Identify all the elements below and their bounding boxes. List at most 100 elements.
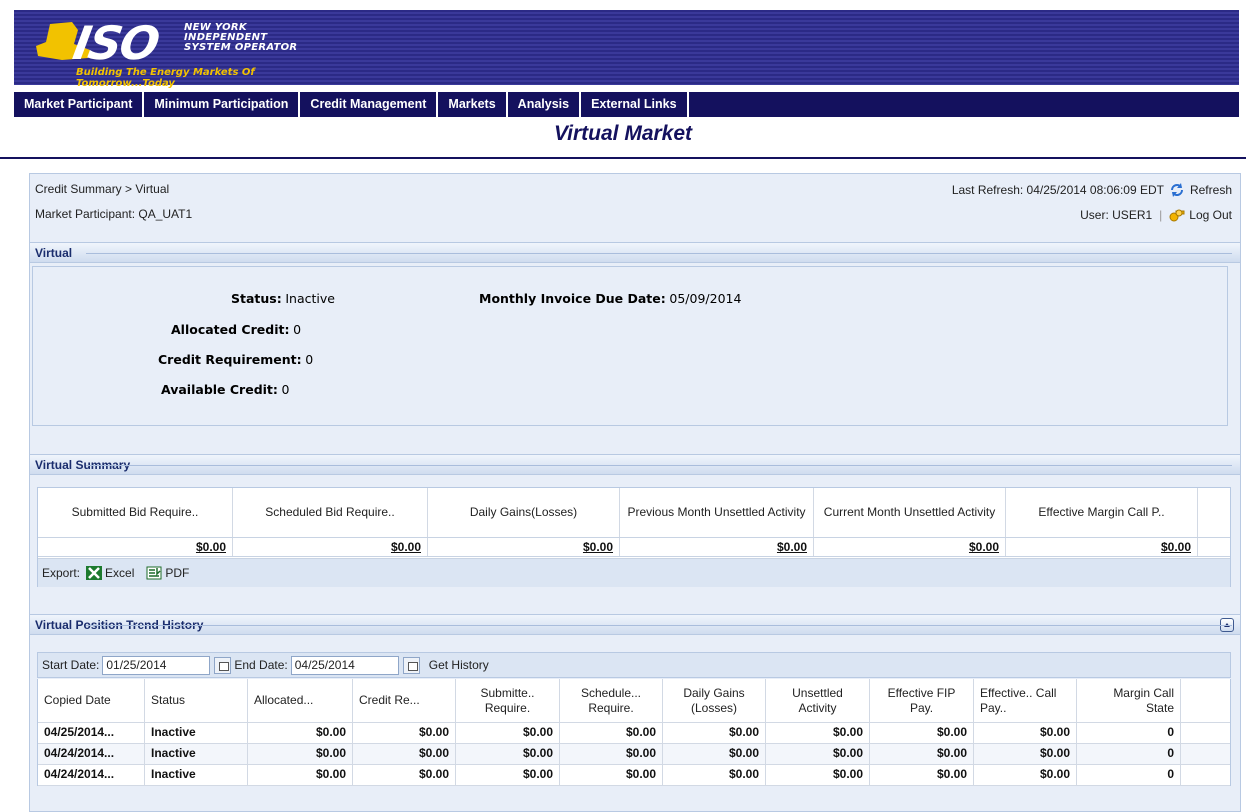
summary-curr-month-link[interactable]: $0.00 [814,538,1006,556]
hist-spacer-cell [1181,723,1230,743]
history-toolbar: Start Date: 01/25/2014 End Date: 04/25/2… [37,652,1231,678]
hist-col-scheduled[interactable]: Schedule... Require. [560,679,663,722]
main-nav: Market Participant Minimum Participation… [14,92,1239,117]
invoice-due-value: 05/09/2014 [669,291,742,306]
hist-cell: $0.00 [766,744,870,764]
nav-markets[interactable]: Markets [438,92,508,117]
logo-tagline: Building The Energy Markets Of Tomorrow.… [76,67,255,89]
hist-col-unsettled[interactable]: Unsettled Activity [766,679,870,722]
hist-cell: $0.00 [248,765,353,785]
hist-col-spacer [1181,679,1230,722]
hist-col-daily-gains[interactable]: Daily Gains (Losses) [663,679,766,722]
history-header-row: Copied Date Status Allocated... Credit R… [38,679,1230,723]
summary-col-daily[interactable]: Daily Gains(Losses) [428,488,620,537]
hist-cell: $0.00 [353,723,456,743]
hist-col-effective-call[interactable]: Effective.. Call Pay.. [974,679,1077,722]
nav-analysis[interactable]: Analysis [508,92,582,117]
hist-cell: $0.00 [560,765,663,785]
available-label: Available Credit: [161,382,278,397]
summary-col-prev-month[interactable]: Previous Month Unsettled Activity [620,488,814,537]
summary-daily-link[interactable]: $0.00 [428,538,620,556]
hist-cell: 0 [1077,723,1181,743]
summary-section-header: Virtual Summary [30,454,1240,475]
virtual-section-header: Virtual [30,242,1240,263]
status-value: Inactive [285,291,335,306]
refresh-icon[interactable] [1169,182,1185,198]
market-participant-label: Market Participant: QA_UAT1 [35,207,193,221]
user-label: User: USER1 [1080,208,1153,222]
nav-market-participant[interactable]: Market Participant [14,92,145,117]
summary-effective-link[interactable]: $0.00 [1006,538,1198,556]
end-calendar-icon[interactable] [402,656,420,674]
hist-cell: 0 [1077,744,1181,764]
available-field: Available Credit: 0 [161,382,289,397]
nav-minimum-participation[interactable]: Minimum Participation [144,92,301,117]
hist-cell: 0 [1077,765,1181,785]
export-excel-button[interactable]: Excel [86,566,134,580]
refresh-link[interactable]: Refresh [1190,183,1232,197]
hist-cell: $0.00 [766,765,870,785]
hist-cell: $0.00 [248,723,353,743]
summary-col-scheduled[interactable]: Scheduled Bid Require.. [233,488,428,537]
hist-col-allocated[interactable]: Allocated... [248,679,353,722]
allocated-label: Allocated Credit: [171,322,290,337]
hist-cell: 04/24/2014... [38,765,145,785]
requirement-label: Credit Requirement: [158,352,302,367]
table-row[interactable]: 04/24/2014... Inactive $0.00 $0.00 $0.00… [38,744,1230,765]
summary-col-curr-month[interactable]: Current Month Unsettled Activity [814,488,1006,537]
hist-col-submitted[interactable]: Submitte.. Require. [456,679,560,722]
collapse-up-icon[interactable] [1220,618,1234,632]
hist-cell: $0.00 [353,744,456,764]
logout-link[interactable]: Log Out [1189,208,1232,222]
hist-cell: Inactive [145,723,248,743]
start-calendar-icon[interactable] [214,656,232,674]
logout-keys-icon[interactable] [1169,207,1185,223]
hist-cell: $0.00 [663,744,766,764]
breadcrumb[interactable]: Credit Summary > Virtual [35,182,169,196]
virtual-heading: Virtual [35,246,73,260]
table-row[interactable]: 04/24/2014... Inactive $0.00 $0.00 $0.00… [38,765,1230,786]
summary-header-row: Submitted Bid Require.. Scheduled Bid Re… [38,488,1230,538]
history-table: Copied Date Status Allocated... Credit R… [37,679,1231,786]
summary-col-spacer [1198,488,1229,537]
summary-col-submitted[interactable]: Submitted Bid Require.. [38,488,233,537]
hist-col-status[interactable]: Status [145,679,248,722]
nav-external-links[interactable]: External Links [581,92,689,117]
excel-icon [86,566,103,580]
hist-cell: Inactive [145,765,248,785]
last-refresh-bar: Last Refresh: 04/25/2014 08:06:09 EDT Re… [952,182,1232,198]
allocated-field: Allocated Credit: 0 [171,322,301,337]
hist-cell: $0.00 [870,765,974,785]
get-history-button[interactable]: Get History [429,658,489,672]
hist-cell: $0.00 [456,744,560,764]
available-value: 0 [281,382,290,397]
pdf-icon [146,566,162,580]
hist-cell: Inactive [145,744,248,764]
last-refresh-text: Last Refresh: 04/25/2014 08:06:09 EDT [951,183,1164,197]
summary-submitted-link[interactable]: $0.00 [38,538,233,556]
end-date-input[interactable]: 04/25/2014 [290,655,399,675]
summary-scheduled-link[interactable]: $0.00 [233,538,428,556]
hist-cell: $0.00 [766,723,870,743]
nav-credit-management[interactable]: Credit Management [300,92,439,117]
hist-cell: $0.00 [560,744,663,764]
table-row[interactable]: 04/25/2014... Inactive $0.00 $0.00 $0.00… [38,723,1230,744]
export-excel-label: Excel [105,566,135,580]
summary-col-effective[interactable]: Effective Margin Call P.. [1006,488,1198,537]
hist-cell: $0.00 [248,744,353,764]
separator: | [1159,208,1163,222]
hist-col-effective-fip[interactable]: Effective FIP Pay. [870,679,974,722]
hist-cell: $0.00 [974,744,1077,764]
summary-prev-month-link[interactable]: $0.00 [620,538,814,556]
status-label: Status: [231,291,282,306]
hist-col-copied-date[interactable]: Copied Date [38,679,145,722]
hist-cell: $0.00 [974,723,1077,743]
hist-col-credit-req[interactable]: Credit Re... [353,679,456,722]
hist-cell: $0.00 [974,765,1077,785]
hist-cell: $0.00 [560,723,663,743]
hist-col-margin-call-state[interactable]: Margin Call State [1077,679,1181,722]
hist-cell: $0.00 [663,765,766,785]
logo-line3: SYSTEM OPERATOR [184,42,298,53]
export-pdf-button[interactable]: PDF [146,566,189,580]
start-date-input[interactable]: 01/25/2014 [102,655,211,675]
